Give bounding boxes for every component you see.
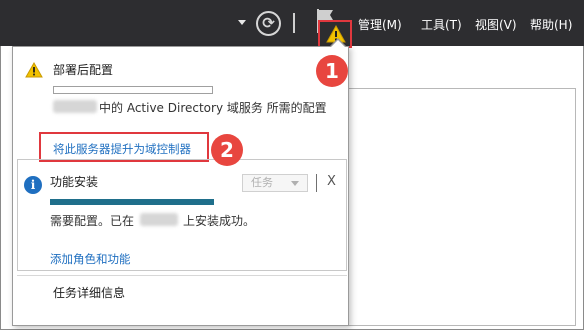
redacted-server-name xyxy=(53,100,97,113)
callout-badge-1: 1 xyxy=(316,55,348,87)
toolbar-separator xyxy=(293,13,295,33)
menu-help[interactable]: 帮助(H) xyxy=(530,16,572,33)
chevron-down-icon xyxy=(291,181,299,186)
warning-icon xyxy=(25,62,43,78)
menu-tools[interactable]: 工具(T) xyxy=(421,16,462,33)
task-dropdown-button[interactable]: 任务 xyxy=(242,174,308,192)
task-button-label: 任务 xyxy=(251,176,273,189)
feature-install-section: i 功能安装 任务 X 需要配置。已在 上安装成功。 添加角色和功能 xyxy=(17,159,347,271)
dropdown-arrow-icon[interactable] xyxy=(238,20,246,25)
callout-badge-2: 2 xyxy=(211,134,243,166)
feature-install-title: 功能安装 xyxy=(50,175,99,189)
add-roles-features-link[interactable]: 添加角色和功能 xyxy=(50,251,131,267)
task-details-link[interactable]: 任务详细信息 xyxy=(53,284,125,301)
divider xyxy=(17,275,347,276)
separator xyxy=(316,174,317,192)
popup-notch-inner xyxy=(330,40,346,48)
menu-view[interactable]: 视图(V) xyxy=(475,16,517,33)
install-status-prefix: 需要配置。已在 xyxy=(50,214,135,228)
refresh-icon[interactable]: ⟳ xyxy=(256,11,281,36)
menu-manage[interactable]: 管理(M) xyxy=(358,16,402,33)
server-manager-toolbar: ⟳ 管理(M) 工具(T) 视图(V) 帮助(H) xyxy=(0,0,584,48)
post-deploy-progress xyxy=(53,86,213,94)
notification-popup: 部署后配置 中的 Active Directory 域服务 所需的配置 将此服务… xyxy=(12,46,349,326)
close-button[interactable]: X xyxy=(327,174,336,189)
feature-install-progress xyxy=(50,199,214,205)
post-deploy-title: 部署后配置 xyxy=(53,63,114,77)
promote-to-domain-controller-link[interactable]: 将此服务器提升为域控制器 xyxy=(53,141,191,157)
promote-link-highlight: 将此服务器提升为域控制器 xyxy=(39,132,209,162)
info-icon: i xyxy=(24,176,42,194)
post-deploy-description: 中的 Active Directory 域服务 所需的配置 xyxy=(99,101,327,115)
install-status-suffix: 上安装成功。 xyxy=(183,214,256,228)
dashboard-panel xyxy=(336,88,576,326)
redacted-server-name xyxy=(140,213,178,226)
